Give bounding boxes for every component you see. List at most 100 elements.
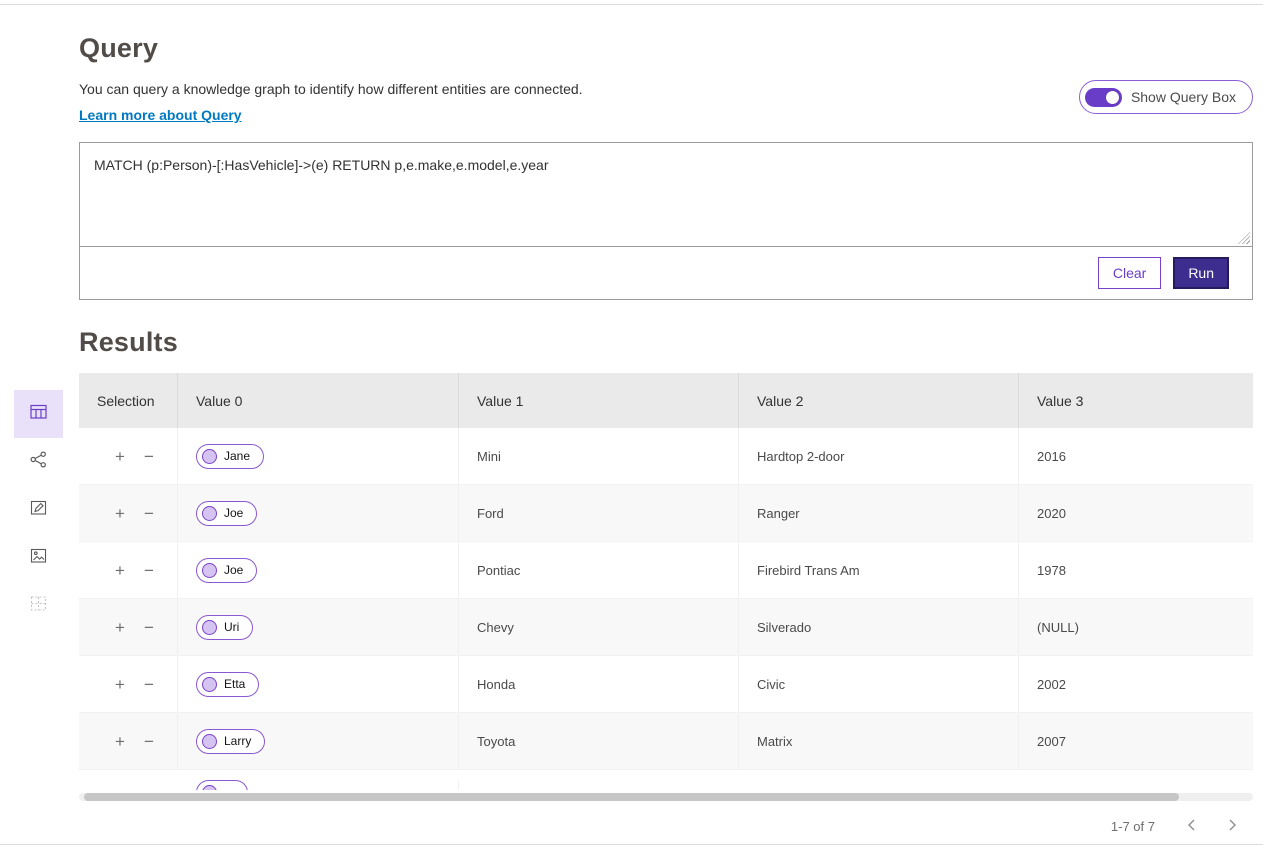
value1-cell: Honda bbox=[459, 656, 739, 712]
add-to-selection-button[interactable]: + bbox=[113, 676, 127, 693]
value3-cell: 2020 bbox=[1019, 485, 1253, 541]
table-row: + − Uri Chevy Silverado (NULL) bbox=[79, 599, 1253, 656]
add-to-selection-button[interactable]: + bbox=[113, 733, 127, 750]
remove-from-selection-button[interactable]: − bbox=[142, 619, 156, 636]
chevron-right-icon bbox=[1224, 817, 1240, 836]
selection-cell: + − bbox=[79, 542, 178, 598]
value1-cell: Toyota bbox=[459, 713, 739, 769]
selection-cell: + − bbox=[79, 485, 178, 541]
entity-label: Uri bbox=[224, 620, 239, 634]
entity-chip[interactable]: Jane bbox=[196, 444, 264, 469]
table-row: + − Joe Pontiac Firebird Trans Am 1978 bbox=[79, 542, 1253, 599]
results-title: Results bbox=[79, 327, 1253, 358]
table-view-button[interactable] bbox=[14, 390, 63, 438]
column-header-value1: Value 1 bbox=[459, 373, 739, 428]
value0-cell: Jane bbox=[178, 428, 459, 484]
toggle-knob bbox=[1106, 91, 1119, 104]
value3-cell: 2016 bbox=[1019, 428, 1253, 484]
chart-view-icon bbox=[29, 498, 48, 522]
entity-icon bbox=[202, 449, 217, 464]
value0-cell bbox=[178, 780, 459, 790]
results-table: Selection Value 0 Value 1 Value 2 Value … bbox=[79, 373, 1253, 847]
entity-label: Etta bbox=[224, 677, 245, 691]
value1-cell: Chevy bbox=[459, 599, 739, 655]
entity-chip[interactable]: Joe bbox=[196, 558, 257, 583]
selection-cell: + − bbox=[79, 656, 178, 712]
table-header: Selection Value 0 Value 1 Value 2 Value … bbox=[79, 373, 1253, 428]
query-input-wrap: MATCH (p:Person)-[:HasVehicle]->(e) RETU… bbox=[80, 143, 1252, 247]
remove-from-selection-button[interactable]: − bbox=[142, 562, 156, 579]
table-row: + − Joe Ford Ranger 2020 bbox=[79, 485, 1253, 542]
value3-cell: (NULL) bbox=[1019, 599, 1253, 655]
show-query-box-toggle[interactable]: Show Query Box bbox=[1079, 80, 1253, 114]
entity-icon bbox=[202, 563, 217, 578]
bottom-divider bbox=[0, 844, 1263, 845]
query-box: MATCH (p:Person)-[:HasVehicle]->(e) RETU… bbox=[79, 142, 1253, 300]
table-row-partial bbox=[79, 770, 1253, 790]
map-view-button[interactable] bbox=[14, 534, 63, 582]
query-input[interactable]: MATCH (p:Person)-[:HasVehicle]->(e) RETU… bbox=[80, 143, 1252, 246]
column-header-selection: Selection bbox=[79, 373, 178, 428]
entity-chip[interactable]: Etta bbox=[196, 672, 259, 697]
value2-cell: Silverado bbox=[739, 599, 1019, 655]
value3-cell: 1978 bbox=[1019, 542, 1253, 598]
value0-cell: Joe bbox=[178, 542, 459, 598]
remove-from-selection-button[interactable]: − bbox=[142, 505, 156, 522]
remove-from-selection-button[interactable]: − bbox=[142, 448, 156, 465]
entity-chip[interactable] bbox=[196, 780, 248, 790]
column-header-value0: Value 0 bbox=[178, 373, 459, 428]
link-chart-view-button[interactable] bbox=[14, 438, 63, 486]
entity-icon bbox=[202, 506, 217, 521]
page-description: You can query a knowledge graph to ident… bbox=[79, 81, 1253, 97]
horizontal-scrollbar[interactable] bbox=[79, 793, 1253, 801]
add-to-selection-button[interactable]: + bbox=[113, 562, 127, 579]
query-actions: Clear Run bbox=[80, 247, 1252, 299]
pagination-info: 1-7 of 7 bbox=[1111, 819, 1155, 834]
entity-icon bbox=[202, 620, 217, 635]
clear-button[interactable]: Clear bbox=[1098, 257, 1161, 289]
value1-cell: Pontiac bbox=[459, 542, 739, 598]
entity-label: Larry bbox=[224, 734, 251, 748]
previous-page-button[interactable] bbox=[1179, 813, 1205, 839]
table-row: + − Larry Toyota Matrix 2007 bbox=[79, 713, 1253, 770]
entity-label bbox=[224, 786, 234, 791]
value1-cell: Ford bbox=[459, 485, 739, 541]
selection-view-icon bbox=[29, 594, 48, 618]
value0-cell: Joe bbox=[178, 485, 459, 541]
next-page-button[interactable] bbox=[1219, 813, 1245, 839]
table-body-clip: + − Jane Mini Hardtop 2-door 2016 + − Jo… bbox=[79, 428, 1253, 790]
remove-from-selection-button[interactable]: − bbox=[142, 733, 156, 750]
chart-view-button[interactable] bbox=[14, 486, 63, 534]
selection-cell: + − bbox=[79, 713, 178, 769]
value2-cell: Firebird Trans Am bbox=[739, 542, 1019, 598]
value2-cell: Matrix bbox=[739, 713, 1019, 769]
add-to-selection-button[interactable]: + bbox=[113, 448, 127, 465]
selection-cell: + − bbox=[79, 428, 178, 484]
run-button[interactable]: Run bbox=[1174, 258, 1228, 288]
scrollbar-thumb[interactable] bbox=[84, 793, 1179, 801]
entity-label: Joe bbox=[224, 506, 243, 520]
entity-chip[interactable]: Joe bbox=[196, 501, 257, 526]
toggle-switch[interactable] bbox=[1085, 88, 1122, 107]
table-view-icon bbox=[29, 402, 48, 426]
selection-view-button bbox=[14, 582, 63, 630]
value0-cell: Etta bbox=[178, 656, 459, 712]
entity-label: Jane bbox=[224, 449, 250, 463]
link-chart-view-icon bbox=[29, 450, 48, 474]
value2-cell: Civic bbox=[739, 656, 1019, 712]
value3-cell: 2002 bbox=[1019, 656, 1253, 712]
learn-more-link[interactable]: Learn more about Query bbox=[79, 107, 242, 123]
toggle-label: Show Query Box bbox=[1131, 89, 1236, 105]
value0-cell: Uri bbox=[178, 599, 459, 655]
selection-cell: + − bbox=[79, 599, 178, 655]
add-to-selection-button[interactable]: + bbox=[113, 619, 127, 636]
remove-from-selection-button[interactable]: − bbox=[142, 676, 156, 693]
add-to-selection-button[interactable]: + bbox=[113, 505, 127, 522]
entity-chip[interactable]: Larry bbox=[196, 729, 265, 754]
query-page: Query You can query a knowledge graph to… bbox=[0, 0, 1263, 847]
entity-icon bbox=[202, 677, 217, 692]
entity-chip[interactable]: Uri bbox=[196, 615, 253, 640]
value2-cell: Hardtop 2-door bbox=[739, 428, 1019, 484]
value1-cell: Mini bbox=[459, 428, 739, 484]
table-footer: 1-7 of 7 bbox=[79, 801, 1253, 847]
